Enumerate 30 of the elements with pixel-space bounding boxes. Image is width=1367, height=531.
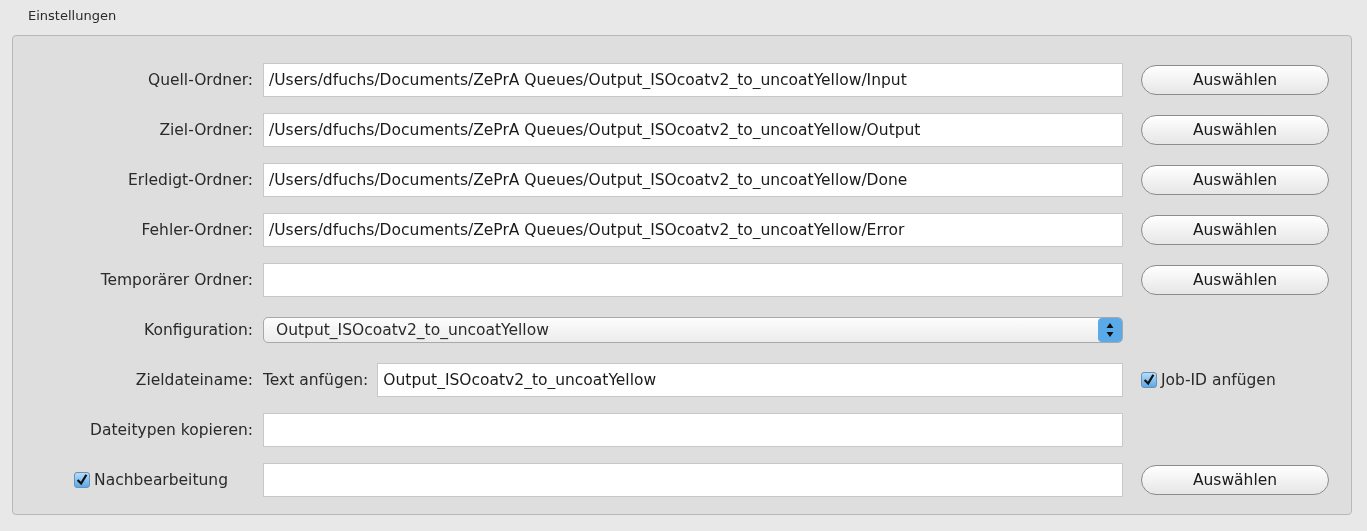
checkbox-label[interactable]: Job-ID anfügen	[1161, 371, 1276, 389]
text-field[interactable]: /Users/dfuchs/Documents/ZePrA Queues/Output_ISOcoatv2_to_uncoatYellow/Error	[263, 213, 1123, 247]
text-field[interactable]	[263, 263, 1123, 297]
field-label: Fehler-Ordner:	[141, 221, 253, 239]
field-label: Temporärer Ordner:	[100, 271, 253, 289]
field-label: Erledigt-Ordner:	[128, 171, 253, 189]
choose-button[interactable]: Auswählen	[1141, 65, 1329, 95]
text-field[interactable]	[263, 413, 1123, 447]
text-field[interactable]: /Users/dfuchs/Documents/ZePrA Queues/Output_ISOcoatv2_to_uncoatYellow/Output	[263, 113, 1123, 147]
choose-button[interactable]: Auswählen	[1141, 165, 1329, 195]
text-field[interactable]: /Users/dfuchs/Documents/ZePrA Queues/Output_ISOcoatv2_to_uncoatYellow/Done	[263, 163, 1123, 197]
choose-button[interactable]: Auswählen	[1141, 465, 1329, 495]
choose-button[interactable]: Auswählen	[1141, 115, 1329, 145]
checkbox[interactable]	[1141, 372, 1157, 388]
configuration-dropdown[interactable]: Output_ISOcoatv2_to_uncoatYellow	[263, 317, 1123, 343]
field-label: Ziel-Ordner:	[159, 121, 253, 139]
field-label: Quell-Ordner:	[147, 71, 253, 89]
field-label: Zieldateiname:	[135, 371, 253, 389]
field-label: Konfiguration:	[144, 321, 253, 339]
text-field[interactable]	[263, 463, 1123, 497]
field-label: Text anfügen:	[263, 371, 369, 389]
choose-button[interactable]: Auswählen	[1141, 265, 1329, 295]
choose-button[interactable]: Auswählen	[1141, 215, 1329, 245]
text-field[interactable]: Output_ISOcoatv2_to_uncoatYellow	[377, 363, 1123, 397]
field-label: Dateitypen kopieren:	[90, 421, 253, 439]
group-title: Einstellungen	[27, 8, 118, 25]
checkbox[interactable]	[74, 472, 91, 488]
text-field[interactable]: /Users/dfuchs/Documents/ZePrA Queues/Output_ISOcoatv2_to_uncoatYellow/Input	[263, 63, 1123, 97]
checkbox-label[interactable]: Nachbearbeitung	[94, 471, 228, 489]
stepper-icon	[1098, 318, 1122, 342]
